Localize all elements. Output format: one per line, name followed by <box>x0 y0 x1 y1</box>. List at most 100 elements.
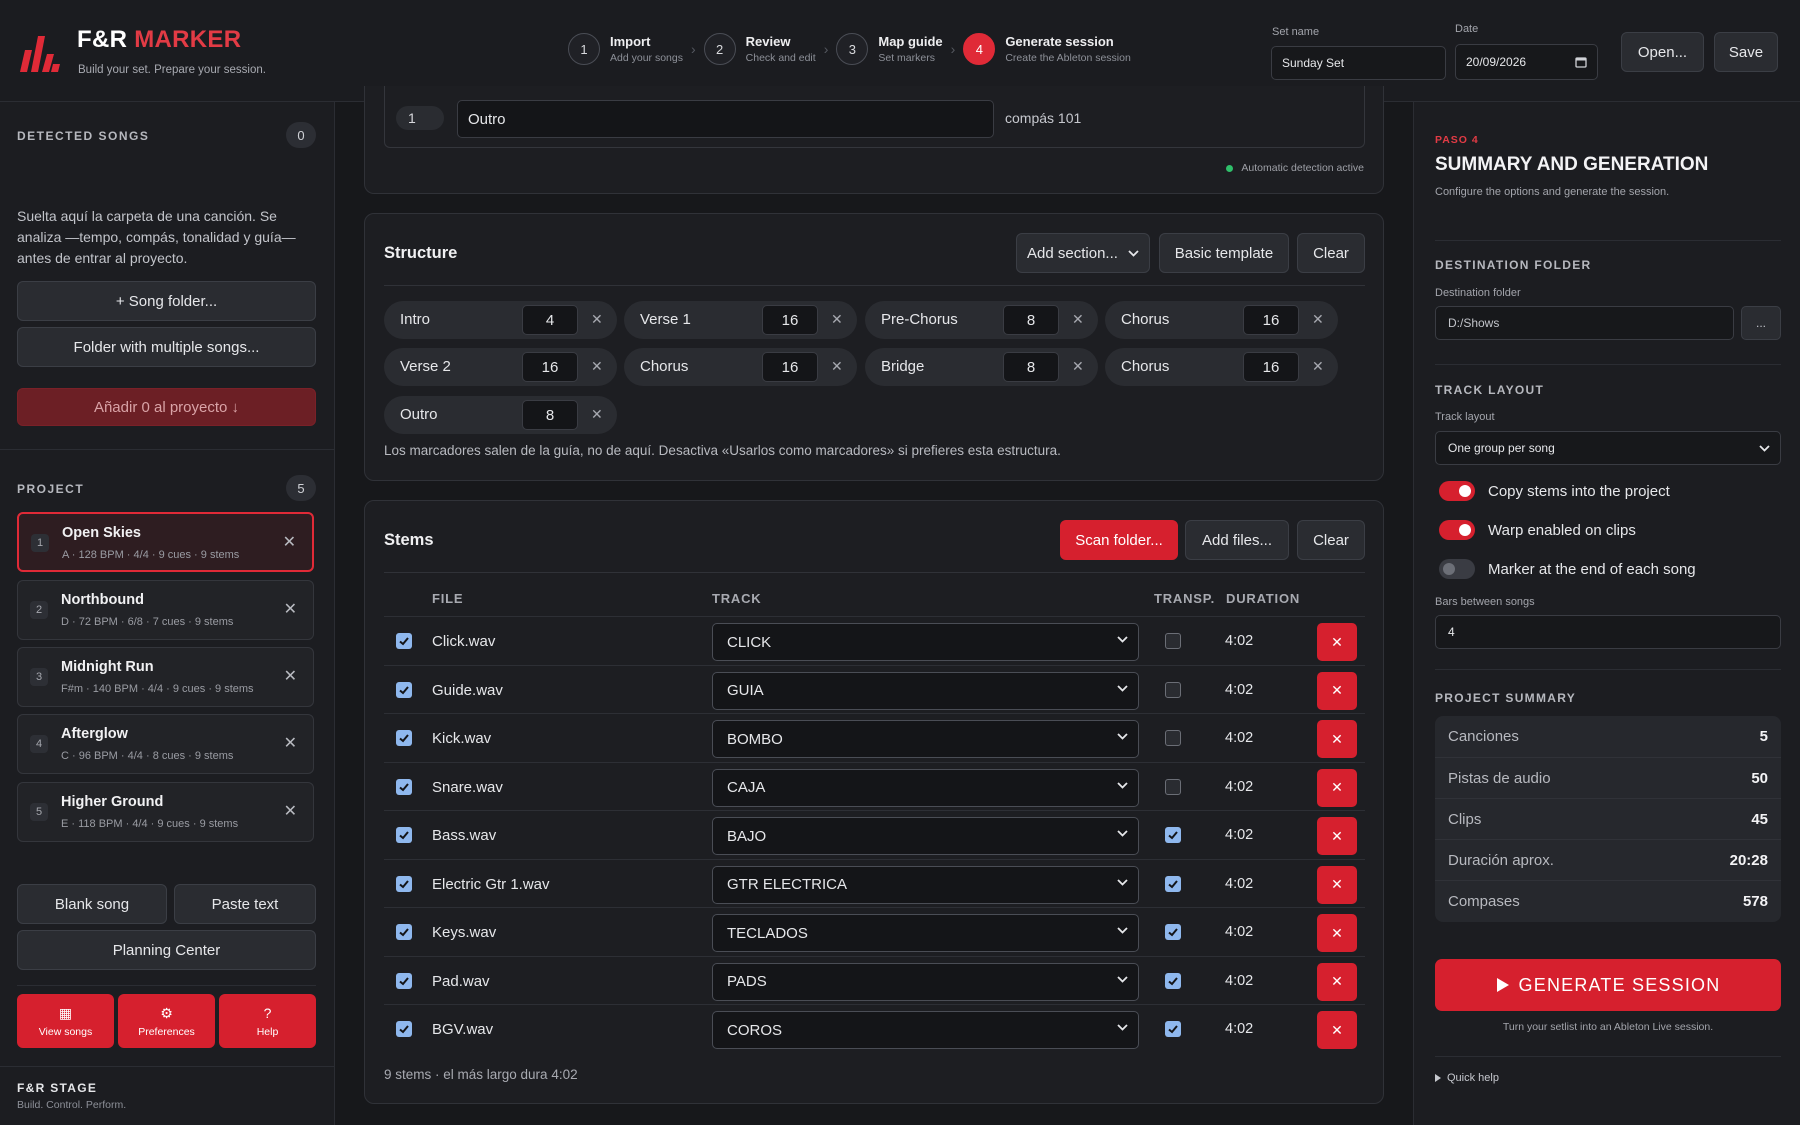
preferences-button[interactable]: ⚙ Preferences <box>118 994 215 1048</box>
section-bars-input[interactable]: 8 <box>1003 305 1059 335</box>
set-name-input[interactable]: Sunday Set <box>1271 46 1446 80</box>
planning-center-button[interactable]: Planning Center <box>17 930 316 970</box>
delete-stem-button[interactable]: ✕ <box>1317 1011 1357 1049</box>
section-bars-input[interactable]: 16 <box>762 305 818 335</box>
section-chip[interactable]: Chorus 16 ✕ <box>1105 348 1338 386</box>
project-song-item[interactable]: 5 Higher Ground E · 118 BPM · 4/4 · 9 cu… <box>17 782 314 842</box>
include-checkbox[interactable] <box>396 681 412 698</box>
remove-song-icon[interactable]: ✕ <box>284 733 297 753</box>
browse-folder-button[interactable]: ... <box>1741 306 1781 340</box>
song-folder-button[interactable]: + Song folder... <box>17 281 316 321</box>
track-select[interactable]: CAJA <box>712 768 1139 807</box>
section-bars-input[interactable]: 8 <box>522 400 578 430</box>
section-bars-input[interactable]: 8 <box>1003 352 1059 382</box>
multi-folder-button[interactable]: Folder with multiple songs... <box>17 327 316 367</box>
remove-section-icon[interactable]: ✕ <box>1312 311 1324 328</box>
track-select[interactable]: PADS <box>712 962 1139 1001</box>
transpose-checkbox[interactable] <box>1165 633 1181 649</box>
remove-section-icon[interactable]: ✕ <box>1312 358 1324 375</box>
section-bars-input[interactable]: 16 <box>1243 305 1299 335</box>
remove-song-icon[interactable]: ✕ <box>284 599 297 619</box>
step-map-guide[interactable]: 3 Map guide Set markers <box>836 33 943 65</box>
add-section-select[interactable]: Add section... <box>1016 233 1150 273</box>
column-header-track[interactable]: TRACK <box>712 591 762 606</box>
project-song-item[interactable]: 3 Midnight Run F#m · 140 BPM · 4/4 · 9 c… <box>17 647 314 707</box>
quick-help-toggle[interactable]: Quick help <box>1435 1072 1499 1084</box>
transpose-checkbox[interactable] <box>1165 827 1181 843</box>
drop-zone-text[interactable]: Suelta aquí la carpeta de una canción. S… <box>17 206 317 269</box>
include-checkbox[interactable] <box>396 1021 412 1037</box>
transpose-checkbox[interactable] <box>1165 875 1181 892</box>
transpose-checkbox[interactable] <box>1165 924 1181 940</box>
paste-text-button[interactable]: Paste text <box>174 884 316 924</box>
remove-section-icon[interactable]: ✕ <box>831 311 843 328</box>
copy-stems-toggle[interactable] <box>1439 481 1475 501</box>
scan-folder-button[interactable]: Scan folder... <box>1060 520 1178 560</box>
section-chip[interactable]: Verse 2 16 ✕ <box>384 348 617 386</box>
transpose-checkbox[interactable] <box>1165 778 1181 795</box>
project-song-item[interactable]: 4 Afterglow C · 96 BPM · 4/4 · 8 cues · … <box>17 714 314 774</box>
delete-stem-button[interactable]: ✕ <box>1317 671 1357 710</box>
blank-song-button[interactable]: Blank song <box>17 884 167 924</box>
track-select[interactable]: BAJO <box>712 817 1139 855</box>
date-input[interactable]: 20/09/2026 <box>1455 44 1598 80</box>
delete-stem-button[interactable]: ✕ <box>1317 817 1357 855</box>
section-chip[interactable]: Bridge 8 ✕ <box>865 348 1098 386</box>
basic-template-button[interactable]: Basic template <box>1159 233 1289 273</box>
track-layout-select[interactable]: One group per song <box>1435 431 1781 465</box>
transpose-checkbox[interactable] <box>1165 972 1181 989</box>
section-chip[interactable]: Pre-Chorus 8 ✕ <box>865 301 1098 339</box>
remove-song-icon[interactable]: ✕ <box>284 801 297 821</box>
delete-stem-button[interactable]: ✕ <box>1317 865 1357 904</box>
include-checkbox[interactable] <box>396 972 412 989</box>
open-button[interactable]: Open... <box>1621 32 1704 72</box>
delete-stem-button[interactable]: ✕ <box>1317 962 1357 1001</box>
delete-stem-button[interactable]: ✕ <box>1317 914 1357 952</box>
section-chip[interactable]: Outro 8 ✕ <box>384 396 617 434</box>
section-bars-input[interactable]: 4 <box>522 305 578 335</box>
remove-section-icon[interactable]: ✕ <box>591 311 603 328</box>
project-song-item[interactable]: 2 Northbound D · 72 BPM · 6/8 · 7 cues ·… <box>17 580 314 640</box>
include-checkbox[interactable] <box>396 633 412 649</box>
section-bars-input[interactable]: 16 <box>762 352 818 382</box>
transpose-checkbox[interactable] <box>1165 730 1181 746</box>
bars-between-input[interactable]: 4 <box>1435 615 1781 649</box>
stems-clear-button[interactable]: Clear <box>1297 520 1365 560</box>
column-header-file[interactable]: FILE <box>432 591 463 606</box>
add-to-project-button[interactable]: Añadir 0 al proyecto ↓ <box>17 388 316 426</box>
remove-section-icon[interactable]: ✕ <box>831 358 843 375</box>
structure-clear-button[interactable]: Clear <box>1297 233 1365 273</box>
remove-song-icon[interactable]: ✕ <box>284 666 297 686</box>
section-chip[interactable]: Verse 1 16 ✕ <box>624 301 857 339</box>
cue-number[interactable]: 1 <box>396 106 444 130</box>
column-header-duration[interactable]: DURATION <box>1226 591 1300 606</box>
include-checkbox[interactable] <box>396 827 412 843</box>
cue-name-input[interactable]: Outro <box>457 100 994 138</box>
remove-section-icon[interactable]: ✕ <box>591 358 603 375</box>
destination-folder-input[interactable]: D:/Shows <box>1435 306 1734 340</box>
help-button[interactable]: ? Help <box>219 994 316 1048</box>
step-generate-session[interactable]: 4 Generate session Create the Ableton ses… <box>963 33 1131 65</box>
step-review[interactable]: 2 Review Check and edit <box>703 33 816 65</box>
remove-section-icon[interactable]: ✕ <box>591 406 603 423</box>
calendar-icon[interactable] <box>1575 56 1587 68</box>
include-checkbox[interactable] <box>396 875 412 892</box>
column-header-transp[interactable]: TRANSP. <box>1154 591 1215 606</box>
generate-session-button[interactable]: GENERATE SESSION <box>1435 959 1781 1011</box>
remove-song-icon[interactable]: ✕ <box>283 532 296 552</box>
track-select[interactable]: GUIA <box>712 671 1139 710</box>
include-checkbox[interactable] <box>396 778 412 795</box>
project-song-item[interactable]: 1 Open Skies A · 128 BPM · 4/4 · 9 cues … <box>17 512 314 572</box>
track-select[interactable]: GTR ELECTRICA <box>712 865 1139 904</box>
track-select[interactable]: CLICK <box>712 623 1139 661</box>
section-chip[interactable]: Chorus 16 ✕ <box>624 348 857 386</box>
include-checkbox[interactable] <box>396 730 412 746</box>
remove-section-icon[interactable]: ✕ <box>1072 311 1084 328</box>
track-select[interactable]: BOMBO <box>712 720 1139 758</box>
view-songs-button[interactable]: ▦ View songs <box>17 994 114 1048</box>
section-chip[interactable]: Chorus 16 ✕ <box>1105 301 1338 339</box>
step-import[interactable]: 1 Import Add your songs <box>568 33 683 65</box>
transpose-checkbox[interactable] <box>1165 681 1181 698</box>
remove-section-icon[interactable]: ✕ <box>1072 358 1084 375</box>
save-button[interactable]: Save <box>1714 32 1778 72</box>
